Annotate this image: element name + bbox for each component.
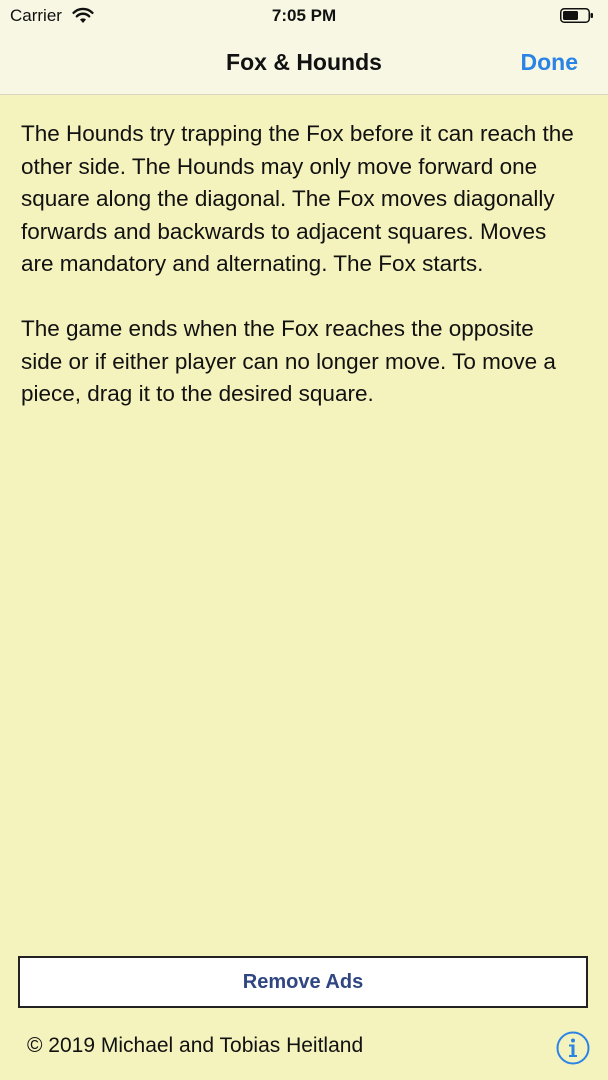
rules-paragraph: The Hounds try trapping the Fox before i…: [21, 121, 574, 277]
status-time: 7:05 PM: [271, 6, 337, 25]
page-title: Fox & Hounds: [226, 49, 382, 75]
done-button[interactable]: Done: [521, 49, 579, 76]
status-bar: Carrier 7:05 PM: [0, 0, 608, 32]
battery-icon: [560, 8, 593, 23]
navigation-bar: Fox & Hounds Done: [0, 32, 608, 95]
rules-paragraph: The game ends when the Fox reaches the o…: [21, 315, 556, 407]
rules-text: The Hounds try trapping the Fox before i…: [21, 118, 581, 443]
info-icon[interactable]: [556, 1031, 590, 1065]
copyright-text: © 2019 Michael and Tobias Heitland: [27, 1034, 364, 1057]
remove-ads-button[interactable]: Remove Ads: [18, 956, 588, 1008]
